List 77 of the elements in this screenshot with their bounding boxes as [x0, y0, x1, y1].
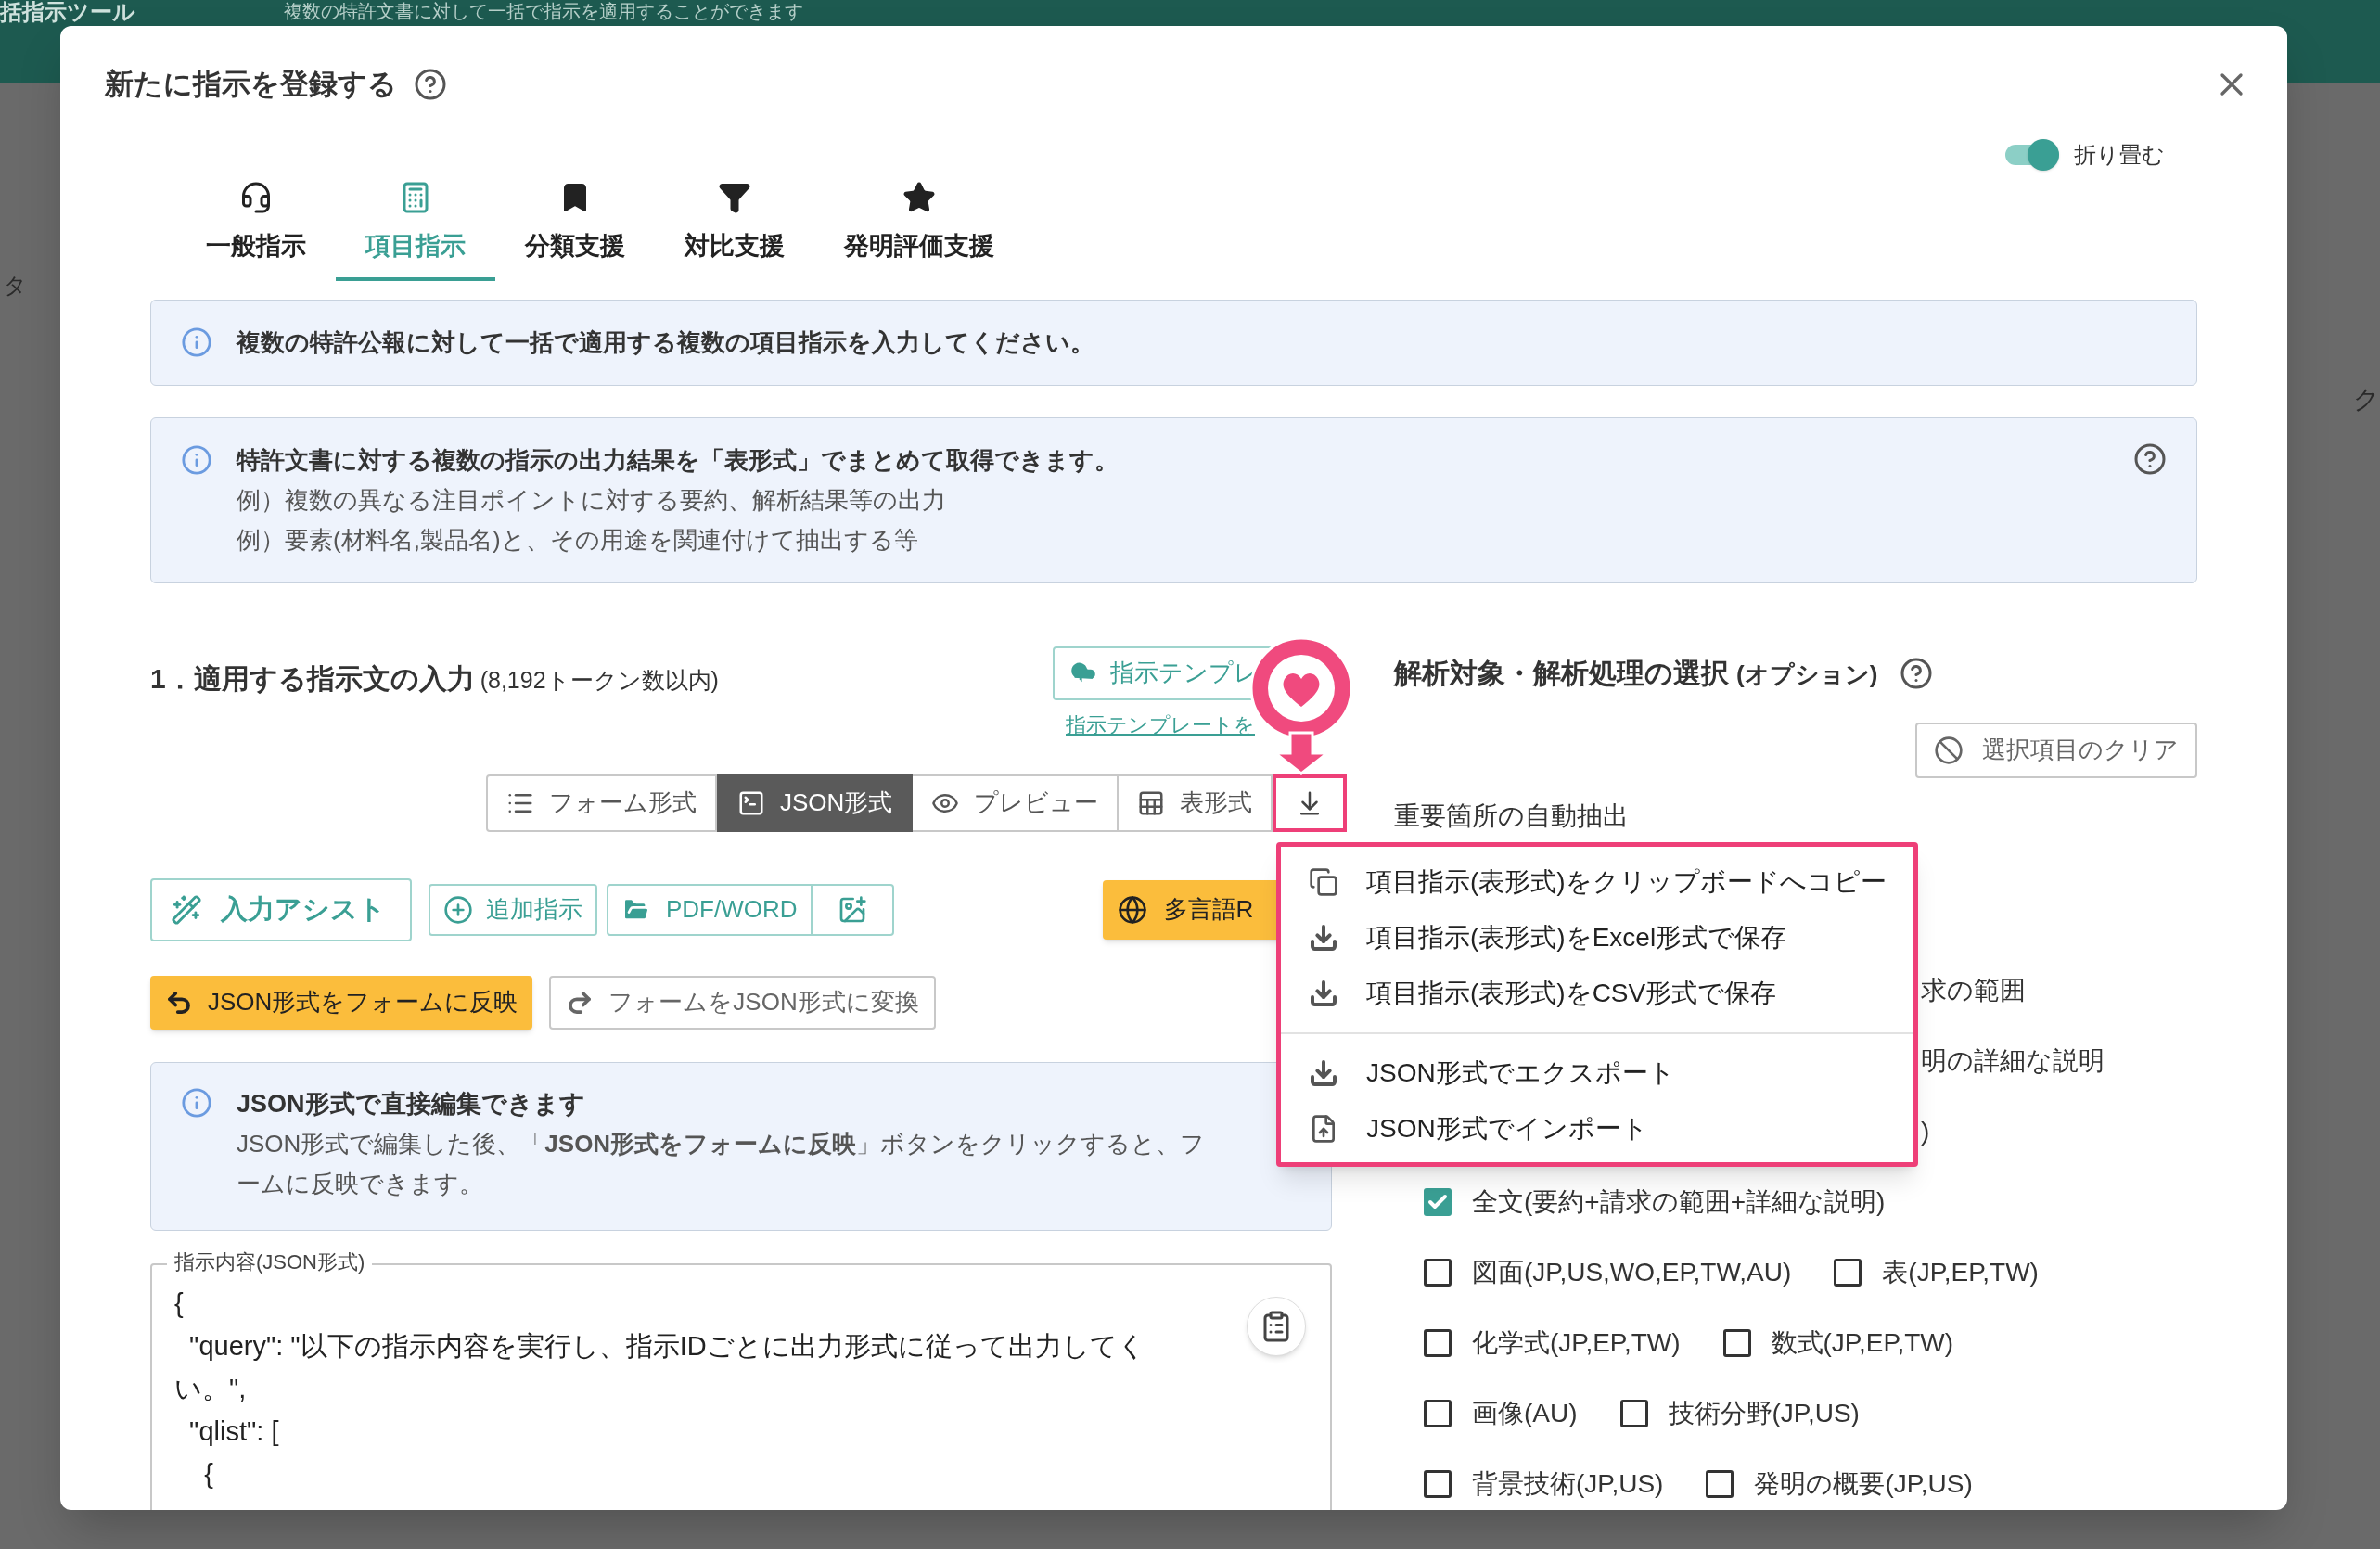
- option-label: 画像(AU): [1472, 1397, 1578, 1429]
- option-label: 技術分野(JP,US): [1668, 1397, 1860, 1429]
- help-icon[interactable]: [2133, 442, 2167, 476]
- view-mode-tab[interactable]: フォーム形式: [486, 774, 717, 832]
- tab[interactable]: 対比支援: [655, 167, 814, 281]
- option-label: 化学式(JP,EP,TW): [1472, 1326, 1681, 1359]
- info-text: ームに反映できます。: [237, 1169, 484, 1199]
- info-icon: [181, 443, 212, 476]
- view-mode-tab[interactable]: 表形式: [1119, 774, 1273, 832]
- info-icon: [181, 326, 212, 358]
- option-label: 図面(JP,US,WO,EP,TW,AU): [1472, 1256, 1792, 1288]
- menu-item[interactable]: 項目指示(表形式)をCSV形式で保存: [1281, 966, 1913, 1021]
- code-line: "query": "以下の指示内容を実行し、指示IDごとに出力形式に従って出力してく: [188, 1329, 1145, 1363]
- download-button[interactable]: [1273, 774, 1348, 832]
- star-icon: [902, 180, 936, 214]
- plus-circle-icon: [443, 894, 473, 925]
- info-text: JSON形式で編集した後、「JSON形式をフォームに反映」ボタンをクリックすると、フ: [237, 1129, 1206, 1159]
- info-icon: [181, 1086, 212, 1119]
- checkbox[interactable]: [1834, 1258, 1862, 1287]
- option-label: 明の詳細な説明: [1921, 1044, 2105, 1077]
- analysis-heading: 解析対象・解析処理の選択: [1394, 657, 1729, 690]
- token-limit: (8,192トークン数以内): [480, 665, 719, 695]
- side-label: ク: [2353, 384, 2380, 416]
- view-mode-tab[interactable]: プレビュー: [913, 774, 1120, 832]
- view-mode-tab[interactable]: JSON形式: [717, 774, 914, 832]
- option-label: 求の範囲: [1921, 974, 2026, 1006]
- info-title: JSON形式で直接編集できます: [237, 1088, 586, 1120]
- apply-json-button[interactable]: JSON形式をフォームに反映: [150, 975, 533, 1030]
- checkbox[interactable]: [1424, 1187, 1452, 1216]
- download-icon: [1309, 923, 1338, 953]
- help-icon[interactable]: [414, 68, 447, 102]
- section-title: 重要箇所の自動抽出: [1394, 800, 1630, 832]
- option-label: 背景技術(JP,US): [1472, 1467, 1664, 1500]
- code-line: "qlist": [: [188, 1415, 279, 1448]
- info-title: 特許文書に対する複数の指示の出力結果を「表形式」でまとめて取得できます。: [237, 444, 1120, 476]
- menu-item[interactable]: JSON形式でエクスポート: [1281, 1045, 1913, 1101]
- checkbox[interactable]: [1424, 1258, 1452, 1287]
- code-line: い。",: [174, 1372, 247, 1405]
- clear-selection-button[interactable]: 選択項目のクリア: [1915, 722, 2197, 778]
- help-icon[interactable]: [1900, 656, 1934, 690]
- option-label: 全文(要約+請求の範囲+詳細な説明): [1472, 1185, 1886, 1218]
- app-subtitle: 複数の特許文書に対して一括で指示を適用することができます: [284, 0, 803, 22]
- wand-icon: [171, 893, 202, 926]
- checkbox[interactable]: [1706, 1469, 1734, 1498]
- download-icon: [1309, 979, 1338, 1008]
- app-title: 括指示ツール: [0, 0, 135, 24]
- tab[interactable]: 分類支援: [495, 167, 655, 281]
- info-title: 複数の特許公報に対して一括で適用する複数の項目指示を入力してください。: [237, 326, 1095, 358]
- convert-form-button[interactable]: フォームをJSON形式に変換: [549, 975, 936, 1030]
- tab[interactable]: 一般指示: [176, 167, 336, 281]
- checkbox[interactable]: [1424, 1469, 1452, 1498]
- analysis-note: (オプション): [1736, 659, 1878, 690]
- code-line: {: [174, 1287, 184, 1320]
- tab[interactable]: 発明評価支援: [814, 167, 1024, 281]
- collapse-switch[interactable]: [2005, 138, 2059, 171]
- dialog-title: 新たに指示を登録する: [105, 67, 397, 102]
- option-label: 表(JP,EP,TW): [1882, 1256, 2039, 1288]
- checkbox[interactable]: [1424, 1399, 1452, 1427]
- info-text: 例）複数の異なる注目ポイントに対する要約、解析結果等の出力: [237, 484, 947, 516]
- info-text: 例）要素(材料名,製品名)と、その用途を関連付けて抽出する等: [237, 524, 919, 556]
- option-label: 数式(JP,EP,TW): [1771, 1326, 1954, 1359]
- code-line: {: [203, 1457, 213, 1491]
- checkbox[interactable]: [1619, 1399, 1648, 1427]
- copy-icon: [1309, 867, 1338, 897]
- prohibited-icon: [1934, 735, 1964, 765]
- checkbox[interactable]: [1722, 1328, 1751, 1357]
- collapse-label: 折り畳む: [2074, 140, 2165, 169]
- section-heading: 1．適用する指示文の入力: [150, 661, 475, 696]
- globe-icon: [1117, 894, 1147, 925]
- side-label: タ: [3, 272, 27, 300]
- checkbox[interactable]: [1424, 1328, 1452, 1357]
- download-icon: [1309, 1058, 1338, 1088]
- option-label: 発明の概要(JP,US): [1754, 1467, 1973, 1500]
- clipboard-button[interactable]: [1247, 1296, 1306, 1356]
- option-label: ): [1921, 1115, 1930, 1147]
- menu-item[interactable]: JSON形式でインポート: [1281, 1101, 1913, 1157]
- headset-icon: [239, 180, 273, 214]
